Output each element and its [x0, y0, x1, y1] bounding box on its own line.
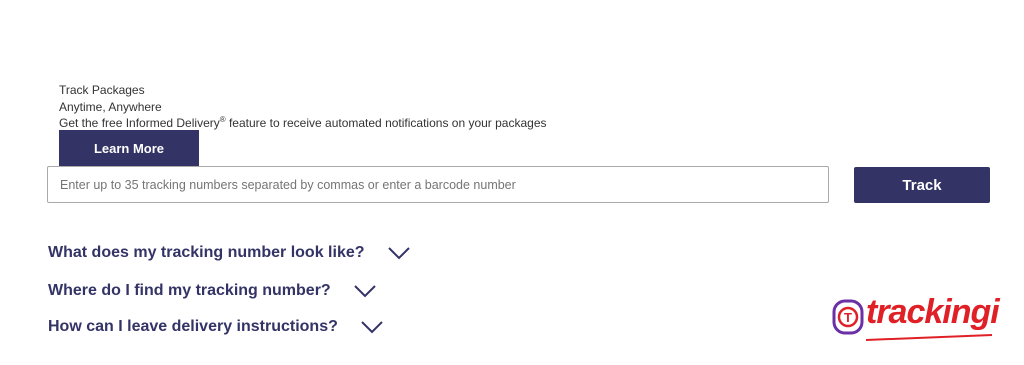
faq-item-tracking-number-format[interactable]: What does my tracking number look like? [48, 244, 411, 262]
faq-question: How can I leave delivery instructions? [48, 318, 338, 335]
promo-subtitle: Anytime, Anywhere [59, 99, 162, 114]
learn-more-button[interactable]: Learn More [59, 130, 199, 167]
trackingi-logo-letter: T [844, 310, 852, 325]
faq-question: What does my tracking number look like? [48, 244, 365, 261]
trackingi-logo-text: trackingi [866, 293, 1000, 331]
track-button[interactable]: Track [854, 167, 990, 203]
chevron-down-icon [361, 321, 383, 334]
faq-item-find-tracking-number[interactable]: Where do I find my tracking number? [48, 282, 377, 300]
promo-title: Track Packages [59, 83, 145, 97]
chevron-down-icon [387, 247, 410, 260]
trackingi-logo-badge: T [832, 299, 864, 335]
tracking-number-input[interactable] [47, 166, 829, 203]
chevron-down-icon [353, 285, 376, 298]
logo-underline [865, 334, 993, 341]
faq-item-delivery-instructions[interactable]: How can I leave delivery instructions? [48, 318, 384, 336]
promo-description-suffix: feature to receive automated notificatio… [225, 116, 547, 130]
promo-description-prefix: Get the free Informed Delivery [59, 116, 220, 130]
trackingi-logo: T trackingi [832, 293, 1000, 342]
faq-question: Where do I find my tracking number? [48, 282, 331, 299]
promo-block: Track Packages Anytime, Anywhere Get the… [59, 82, 547, 132]
